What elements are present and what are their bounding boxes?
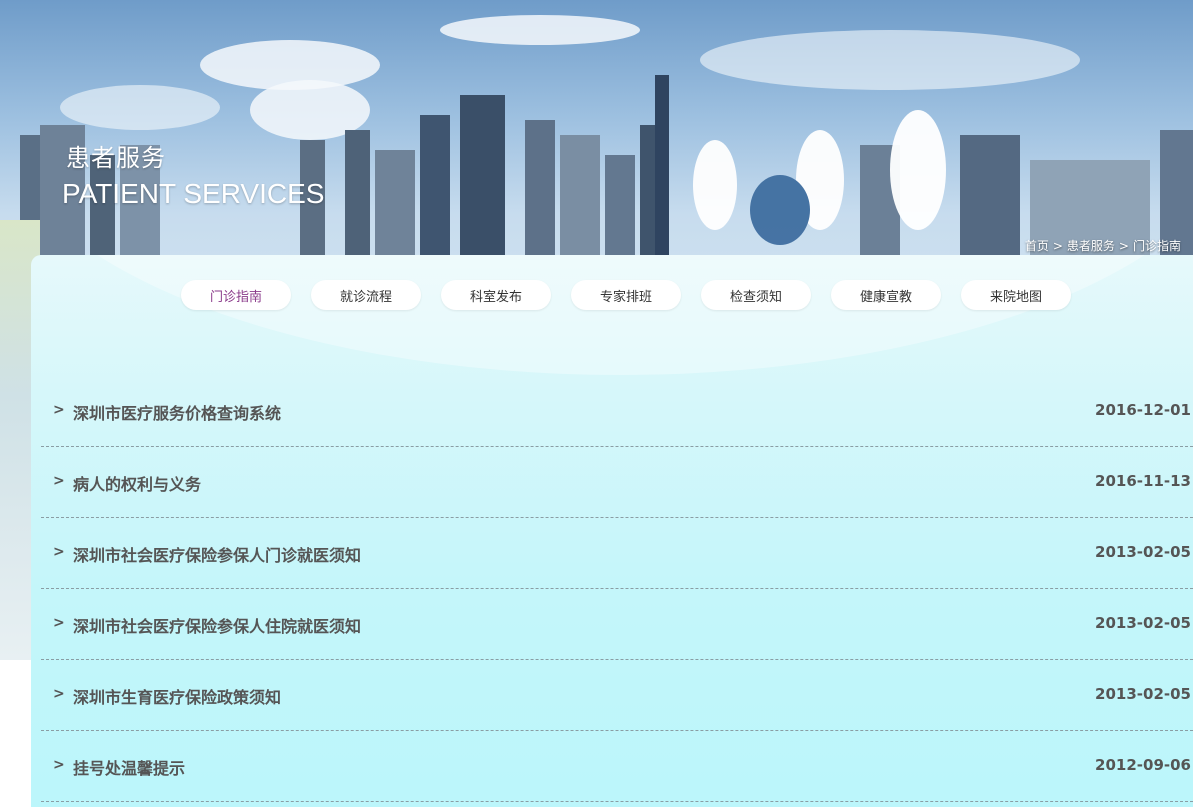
tab-outpatient-guide[interactable]: 门诊指南: [181, 280, 291, 310]
chevron-right-icon: >: [53, 544, 65, 560]
news-date: 2013-02-05: [1095, 543, 1191, 561]
chevron-right-icon: >: [53, 615, 65, 631]
breadcrumb-separator: >: [1118, 239, 1129, 253]
list-item: > 病人的权利与义务 2016-11-13: [41, 447, 1193, 518]
tab-hospital-map[interactable]: 来院地图: [961, 280, 1071, 310]
list-item: > 深圳市医疗服务价格查询系统 2016-12-01: [41, 376, 1193, 447]
tab-exam-notes[interactable]: 检查须知: [701, 280, 811, 310]
news-title-link[interactable]: 深圳市社会医疗保险参保人住院就医须知: [73, 613, 361, 637]
breadcrumb-separator: >: [1052, 239, 1063, 253]
news-date: 2013-02-05: [1095, 614, 1191, 632]
news-title-link[interactable]: 病人的权利与义务: [73, 471, 201, 495]
tab-health-education[interactable]: 健康宣教: [831, 280, 941, 310]
breadcrumb: 首页 > 患者服务 > 门诊指南: [1025, 237, 1181, 254]
tab-department-news[interactable]: 科室发布: [441, 280, 551, 310]
list-item: > 深圳市社会医疗保险参保人住院就医须知 2013-02-05: [41, 589, 1193, 660]
chevron-right-icon: >: [53, 757, 65, 773]
chevron-right-icon: >: [53, 686, 65, 702]
news-date: 2013-02-05: [1095, 685, 1191, 703]
banner-title: 患者服务: [66, 144, 166, 172]
panel-arc-decoration: [31, 255, 1193, 375]
section-tabs: 门诊指南 就诊流程 科室发布 专家排班 检查须知 健康宣教 来院地图: [181, 280, 1091, 310]
news-title-link[interactable]: 深圳市医疗服务价格查询系统: [73, 400, 281, 424]
tab-visit-process[interactable]: 就诊流程: [311, 280, 421, 310]
list-item: > 深圳市社会医疗保险参保人门诊就医须知 2013-02-05: [41, 518, 1193, 589]
breadcrumb-home[interactable]: 首页: [1025, 239, 1049, 253]
city-skyline-image: [20, 75, 1193, 255]
breadcrumb-patient-services[interactable]: 患者服务: [1067, 239, 1115, 253]
list-item: > 挂号处温馨提示 2012-09-06: [41, 731, 1193, 802]
list-item: > 深圳市生育医疗保险政策须知 2013-02-05: [41, 660, 1193, 731]
chevron-right-icon: >: [53, 402, 65, 418]
news-title-link[interactable]: 深圳市社会医疗保险参保人门诊就医须知: [73, 542, 361, 566]
banner-subtitle: PATIENT SERVICES: [62, 178, 325, 209]
news-title-link[interactable]: 深圳市生育医疗保险政策须知: [73, 684, 281, 708]
chevron-right-icon: >: [53, 473, 65, 489]
news-list: > 深圳市医疗服务价格查询系统 2016-12-01 > 病人的权利与义务 20…: [41, 376, 1193, 802]
news-title-link[interactable]: 挂号处温馨提示: [73, 755, 185, 779]
news-date: 2016-12-01: [1095, 401, 1191, 419]
tab-expert-schedule[interactable]: 专家排班: [571, 280, 681, 310]
page: 患者服务 PATIENT SERVICES 首页 > 患者服务 > 门诊指南 门诊指南 …: [0, 0, 1193, 807]
news-date: 2012-09-06: [1095, 756, 1191, 774]
news-date: 2016-11-13: [1095, 472, 1191, 490]
breadcrumb-current[interactable]: 门诊指南: [1133, 239, 1181, 253]
